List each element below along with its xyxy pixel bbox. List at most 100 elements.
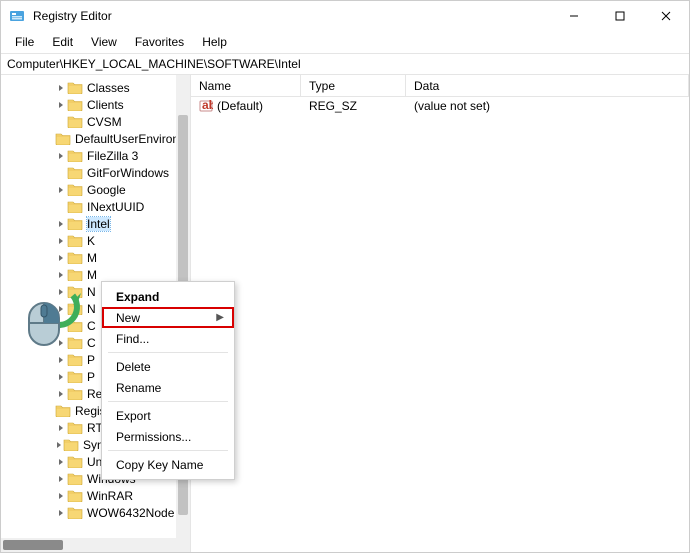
expand-caret-icon[interactable]	[55, 322, 67, 330]
expand-caret-icon[interactable]	[55, 152, 67, 160]
expand-caret-icon[interactable]	[55, 237, 67, 245]
main-area: Classes Clients CVSM DefaultUserEnvironment…	[1, 75, 689, 552]
tree-node-label: GitForWindows	[87, 166, 169, 180]
folder-icon	[67, 472, 83, 485]
folder-icon	[63, 438, 79, 451]
tree-node-label: N	[87, 285, 96, 299]
tree-node[interactable]: GitForWindows	[5, 164, 190, 181]
tree-node[interactable]: Classes	[5, 79, 190, 96]
menu-edit[interactable]: Edit	[44, 33, 81, 51]
menu-help[interactable]: Help	[194, 33, 235, 51]
tree-node[interactable]: M	[5, 249, 190, 266]
tree-horizontal-scrollbar[interactable]	[1, 538, 177, 552]
expand-caret-icon[interactable]	[55, 101, 67, 109]
context-new-label: New	[116, 311, 140, 325]
tree-node-label: INextUUID	[87, 200, 144, 214]
address-bar[interactable]: Computer\HKEY_LOCAL_MACHINE\SOFTWARE\Int…	[1, 53, 689, 75]
tree-node[interactable]: K	[5, 232, 190, 249]
folder-icon	[67, 319, 83, 332]
folder-icon	[67, 455, 83, 468]
context-export[interactable]: Export	[102, 405, 234, 426]
folder-icon	[67, 81, 83, 94]
expand-caret-icon[interactable]	[55, 475, 67, 483]
tree-node-label: DefaultUserEnvironment	[75, 132, 190, 146]
expand-caret-icon[interactable]	[55, 441, 63, 449]
tree-node[interactable]: WOW6432Node	[5, 504, 190, 521]
close-button[interactable]	[643, 1, 689, 31]
expand-caret-icon[interactable]	[55, 424, 67, 432]
expand-caret-icon[interactable]	[55, 492, 67, 500]
tree-node-label: P	[87, 353, 95, 367]
expand-caret-icon[interactable]	[55, 271, 67, 279]
folder-icon	[67, 302, 83, 315]
expand-caret-icon[interactable]	[55, 84, 67, 92]
value-data: (value not set)	[406, 99, 689, 113]
expand-caret-icon[interactable]	[55, 220, 67, 228]
registry-editor-window: Registry Editor File Edit View Favorites…	[0, 0, 690, 553]
minimize-button[interactable]	[551, 1, 597, 31]
tree-node-label: WOW6432Node	[87, 506, 174, 520]
tree-node[interactable]: Google	[5, 181, 190, 198]
context-permissions[interactable]: Permissions...	[102, 426, 234, 447]
value-type: REG_SZ	[301, 99, 406, 113]
context-separator	[108, 450, 228, 451]
column-header-type[interactable]: Type	[301, 75, 406, 96]
tree-node[interactable]: INextUUID	[5, 198, 190, 215]
context-separator	[108, 352, 228, 353]
maximize-button[interactable]	[597, 1, 643, 31]
tree-node[interactable]: DefaultUserEnvironment	[5, 130, 190, 147]
expand-caret-icon[interactable]	[55, 339, 67, 347]
column-header-name[interactable]: Name	[191, 75, 301, 96]
context-rename[interactable]: Rename	[102, 377, 234, 398]
menu-file[interactable]: File	[7, 33, 42, 51]
titlebar: Registry Editor	[1, 1, 689, 31]
expand-caret-icon[interactable]	[55, 288, 67, 296]
values-list-pane: Name Type Data ab (Default) REG_SZ (valu…	[191, 75, 689, 552]
window-title: Registry Editor	[33, 9, 551, 23]
folder-icon	[67, 98, 83, 111]
folder-icon	[55, 404, 71, 417]
expand-caret-icon[interactable]	[55, 509, 67, 517]
menubar: File Edit View Favorites Help	[1, 31, 689, 53]
menu-view[interactable]: View	[83, 33, 125, 51]
tree-node-label: FileZilla 3	[87, 149, 138, 163]
menu-favorites[interactable]: Favorites	[127, 33, 192, 51]
tree-node-label: C	[87, 336, 96, 350]
tree-node-label: Clients	[87, 98, 124, 112]
expand-caret-icon[interactable]	[55, 186, 67, 194]
tree-node-label: K	[87, 234, 95, 248]
tree-node[interactable]: CVSM	[5, 113, 190, 130]
tree-node-label: P	[87, 370, 95, 384]
expand-caret-icon[interactable]	[55, 458, 67, 466]
tree-node-label: M	[87, 251, 97, 265]
context-copy-key-name[interactable]: Copy Key Name	[102, 454, 234, 475]
context-find[interactable]: Find...	[102, 328, 234, 349]
context-new[interactable]: New ▶	[102, 307, 234, 328]
expand-caret-icon[interactable]	[55, 254, 67, 262]
tree-node[interactable]: FileZilla 3	[5, 147, 190, 164]
expand-caret-icon[interactable]	[55, 390, 67, 398]
tree-node[interactable]: Clients	[5, 96, 190, 113]
context-expand[interactable]: Expand	[102, 286, 234, 307]
folder-icon	[67, 370, 83, 383]
folder-icon	[67, 421, 83, 434]
tree-node-label: M	[87, 268, 97, 282]
folder-icon	[55, 132, 71, 145]
app-icon	[9, 8, 25, 24]
folder-icon	[67, 234, 83, 247]
tree-node[interactable]: Intel	[5, 215, 190, 232]
folder-icon	[67, 217, 83, 230]
column-header-data[interactable]: Data	[406, 75, 689, 96]
expand-caret-icon[interactable]	[55, 356, 67, 364]
scrollbar-thumb[interactable]	[3, 540, 63, 550]
tree-node-label: CVSM	[87, 115, 122, 129]
expand-caret-icon[interactable]	[55, 305, 67, 313]
context-delete[interactable]: Delete	[102, 356, 234, 377]
tree-node-label: Intel	[87, 217, 110, 231]
values-list-header: Name Type Data	[191, 75, 689, 97]
folder-icon	[67, 336, 83, 349]
folder-icon	[67, 506, 83, 519]
value-row[interactable]: ab (Default) REG_SZ (value not set)	[191, 97, 689, 115]
tree-node[interactable]: WinRAR	[5, 487, 190, 504]
expand-caret-icon[interactable]	[55, 373, 67, 381]
